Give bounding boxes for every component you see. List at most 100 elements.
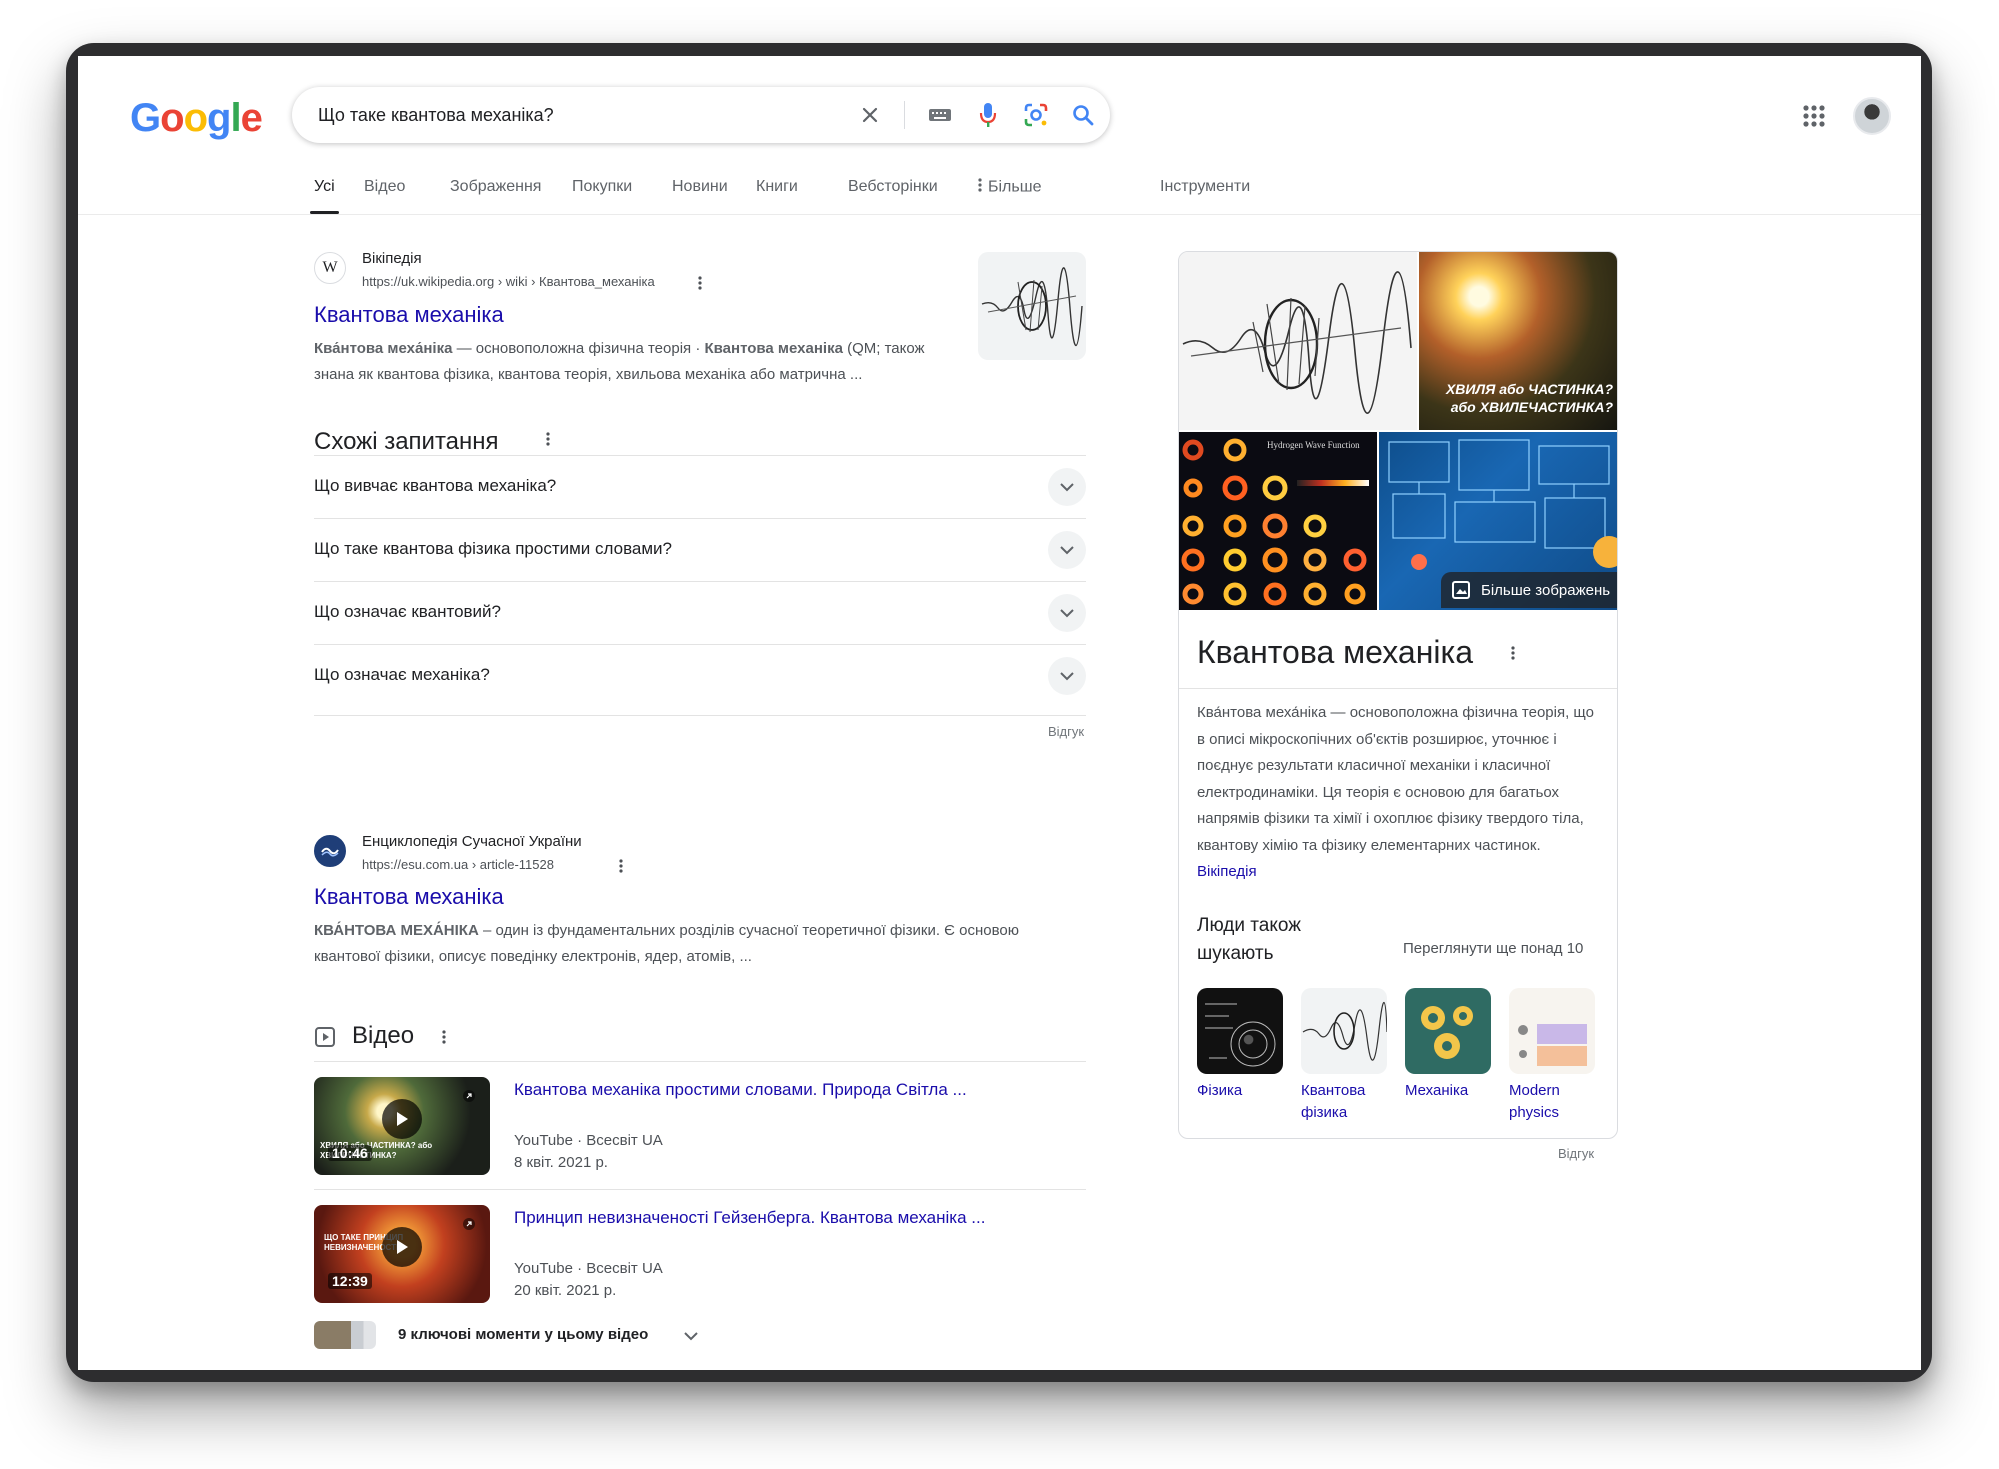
microphone-icon[interactable] <box>972 99 1004 131</box>
video-date: 20 квіт. 2021 р. <box>514 1282 617 1299</box>
kp-image-colorbar <box>1297 480 1369 486</box>
more-images-button[interactable]: Більше зображень <box>1441 572 1617 608</box>
browser-viewport: Google Усі Відео Зображення Пок <box>78 56 1921 1370</box>
video-heading: Відео <box>352 1022 415 1049</box>
snippet-text: — основоположна фізична теорія · <box>452 340 705 357</box>
play-icon[interactable] <box>382 1099 422 1139</box>
tab-more[interactable]: Більше <box>978 178 1041 211</box>
tab-all[interactable]: Усі <box>310 178 339 214</box>
tab-images[interactable]: Зображення <box>450 178 541 210</box>
paa-item[interactable]: Що таке квантова фізика простими словами… <box>314 518 1086 581</box>
related-item[interactable]: Механіка <box>1405 988 1493 1102</box>
related-item[interactable]: Квантова фізика <box>1301 988 1389 1124</box>
keyboard-icon[interactable] <box>924 99 956 131</box>
expand-icon <box>462 1217 476 1236</box>
related-item-label: Квантова фізика <box>1301 1082 1366 1121</box>
tab-tools[interactable]: Інструменти <box>1160 178 1250 210</box>
tab-shopping[interactable]: Покупки <box>572 178 632 210</box>
chevron-down-icon[interactable] <box>684 1328 698 1346</box>
paa-options-icon[interactable] <box>540 430 556 448</box>
search-divider <box>904 101 905 129</box>
video-thumbnail[interactable]: ХВИЛЯ або ЧАСТИНКА? або ХВИЛЕЧАСТИНКА? 1… <box>314 1077 490 1175</box>
search-box <box>292 87 1110 143</box>
kp-image-caption: ХВИЛЯ або ЧАСТИНКА? або ХВИЛЕЧАСТИНКА? <box>1445 381 1613 415</box>
kp-image-hydrogen[interactable]: Hydrogen Wave Function <box>1179 432 1377 610</box>
key-moments-link[interactable]: 9 ключові моменти у цьому відео <box>398 1326 648 1343</box>
video-duration: 12:39 <box>328 1273 372 1289</box>
related-item-image <box>1197 988 1283 1074</box>
google-logo[interactable]: Google <box>130 96 263 141</box>
tab-books[interactable]: Книги <box>756 178 798 210</box>
key-moments-thumbnails[interactable] <box>314 1321 376 1349</box>
paa-question: Що означає механіка? <box>314 665 490 684</box>
result-options-icon[interactable] <box>692 274 708 292</box>
paa-item[interactable]: Що означає механіка? <box>314 644 1086 716</box>
clear-icon[interactable] <box>854 99 886 131</box>
result-snippet: КВА́НТОВА МЕХА́НІКА – один із фундамента… <box>314 918 1074 970</box>
kp-see-more-link[interactable]: Переглянути ще понад 10 <box>1403 940 1583 957</box>
result-snippet: Ква́нтова меха́ніка — основоположна фізи… <box>314 336 962 388</box>
kp-title: Квантова механіка <box>1197 634 1473 670</box>
esu-favicon[interactable] <box>314 835 346 867</box>
play-icon[interactable] <box>382 1227 422 1267</box>
related-item-image <box>1509 988 1595 1074</box>
tab-web[interactable]: Вебсторінки <box>848 178 938 210</box>
video-section-icon <box>314 1026 336 1048</box>
kp-image-diagram[interactable]: Більше зображень <box>1379 432 1617 610</box>
tab-news[interactable]: Новини <box>672 178 728 210</box>
video-thumbnail[interactable]: ЩО ТАКЕ ПРИНЦИП НЕВИЗНАЧЕНОСТІ? 12:39 <box>314 1205 490 1303</box>
paa-feedback-link[interactable]: Відгук <box>1048 724 1084 739</box>
related-item-label: Механіка <box>1405 1082 1469 1099</box>
video-title-link[interactable]: Принцип невизначеності Гейзенберга. Кван… <box>514 1208 985 1228</box>
video-date: 8 квіт. 2021 р. <box>514 1154 608 1171</box>
paa-question: Що вивчає квантова механіка? <box>314 476 557 495</box>
result-url[interactable]: https://esu.com.ua › article-11528 <box>362 857 554 872</box>
related-item-image <box>1301 988 1387 1074</box>
kp-feedback-link[interactable]: Відгук <box>1558 1146 1594 1161</box>
kp-image-hydrogen-caption: Hydrogen Wave Function <box>1267 440 1360 450</box>
snippet-bold: Квантова механіка <box>704 340 843 357</box>
search-input[interactable] <box>316 87 816 143</box>
video-duration: 10:46 <box>328 1145 372 1161</box>
video-divider <box>314 1189 1086 1190</box>
logo-letter: o <box>160 96 184 140</box>
video-divider <box>314 1061 1086 1062</box>
video-title-link[interactable]: Квантова механіка простими словами. Прир… <box>514 1080 967 1100</box>
video-options-icon[interactable] <box>436 1028 452 1046</box>
kp-image-particle[interactable]: ХВИЛЯ або ЧАСТИНКА? або ХВИЛЕЧАСТИНКА? <box>1419 252 1617 430</box>
result-title-link[interactable]: Квантова механіка <box>314 302 504 328</box>
chevron-down-icon[interactable] <box>1048 657 1086 695</box>
kp-image-wave[interactable] <box>1179 252 1417 430</box>
account-avatar[interactable] <box>1853 97 1891 135</box>
paa-question: Що означає квантовий? <box>314 602 501 621</box>
image-icon <box>1452 581 1470 599</box>
knowledge-panel: ХВИЛЯ або ЧАСТИНКА? або ХВИЛЕЧАСТИНКА? H… <box>1178 251 1618 1139</box>
paa-item[interactable]: Що означає квантовий? <box>314 581 1086 644</box>
tab-video[interactable]: Відео <box>364 178 405 210</box>
result-options-icon[interactable] <box>613 857 629 875</box>
kp-people-also-search-heading: Люди також шукають <box>1197 915 1301 964</box>
lens-icon[interactable] <box>1020 99 1052 131</box>
related-item[interactable]: Modern physics <box>1509 988 1597 1124</box>
related-item[interactable]: Фізика <box>1197 988 1285 1102</box>
paa-item[interactable]: Що вивчає квантова механіка? <box>314 455 1086 518</box>
kp-description-text: Ква́нтова меха́ніка — основоположна фізи… <box>1197 704 1594 854</box>
chevron-down-icon[interactable] <box>1048 531 1086 569</box>
logo-letter: g <box>207 96 231 140</box>
kp-divider <box>1179 688 1617 689</box>
result-url[interactable]: https://uk.wikipedia.org › wiki › Кванто… <box>362 274 655 289</box>
video-source: YouTube · Всесвіт UA <box>514 1260 663 1277</box>
result-thumbnail[interactable] <box>978 252 1086 360</box>
wikipedia-favicon[interactable]: W <box>314 252 346 284</box>
search-icon[interactable] <box>1067 99 1099 131</box>
chevron-down-icon[interactable] <box>1048 594 1086 632</box>
kp-options-icon[interactable] <box>1505 644 1521 662</box>
related-item-image <box>1405 988 1491 1074</box>
snippet-bold: Ква́нтова меха́ніка <box>314 340 453 357</box>
paa-heading: Схожі запитання <box>314 428 499 455</box>
chevron-down-icon[interactable] <box>1048 468 1086 506</box>
kp-wikipedia-link[interactable]: Вікіпедія <box>1197 863 1257 880</box>
apps-grid-icon[interactable] <box>1800 102 1828 130</box>
result-title-link[interactable]: Квантова механіка <box>314 884 504 910</box>
kp-description: Ква́нтова меха́ніка — основоположна фізи… <box>1197 700 1601 886</box>
